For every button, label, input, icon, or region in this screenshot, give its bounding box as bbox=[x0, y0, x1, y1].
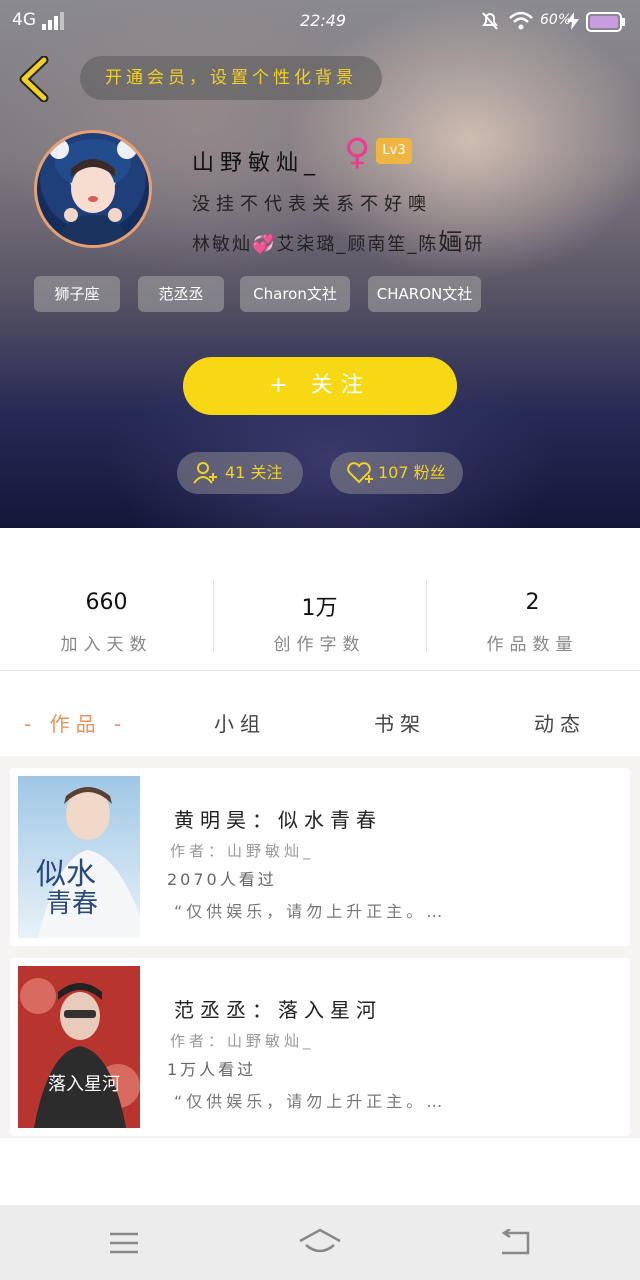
following-button[interactable]: 41 关注 bbox=[177, 452, 303, 494]
work-description: “仅供娱乐，请勿上升正主。… bbox=[174, 1092, 447, 1111]
bio-part: 林敏灿 bbox=[192, 234, 252, 255]
avatar[interactable] bbox=[34, 130, 152, 248]
work-views: 1万人看过 bbox=[167, 1060, 257, 1079]
bio-line-2: 林敏灿💞艾柒璐_顾南笙_陈婳研 bbox=[192, 222, 484, 257]
fans-label: 粉丝 bbox=[413, 463, 446, 482]
work-title: 黄明昊：似水青春 bbox=[174, 808, 382, 832]
work-author: 作者：山野敏灿_ bbox=[170, 842, 315, 860]
follow-button[interactable]: + 关注 bbox=[183, 357, 457, 415]
mute-icon bbox=[482, 12, 498, 30]
work-views: 2070人看过 bbox=[167, 870, 277, 889]
charging-icon bbox=[567, 12, 579, 30]
cover-title: 青春 bbox=[46, 889, 98, 919]
status-bar: 4G 22:49 60% bbox=[0, 0, 640, 42]
book-cover: 落入星河 bbox=[18, 966, 140, 1128]
stat-label: 加入天数 bbox=[60, 635, 153, 655]
menu-icon[interactable] bbox=[108, 1231, 140, 1255]
battery-icon bbox=[586, 12, 625, 32]
bio-part: 研 bbox=[464, 234, 485, 255]
female-icon: ♀ bbox=[344, 132, 371, 173]
bio-part: 艾柒璐_顾南笙_陈 bbox=[276, 234, 439, 255]
work-card[interactable]: 落入星河 范丞丞：落入星河 作者：山野敏灿_ 1万人看过 “仅供娱乐，请勿上升正… bbox=[10, 958, 630, 1136]
back-button[interactable] bbox=[16, 56, 52, 102]
avatar-image bbox=[49, 139, 137, 245]
back-nav-icon[interactable] bbox=[498, 1229, 532, 1257]
level-badge: Lv3 bbox=[376, 138, 412, 164]
fans-button[interactable]: 107 粉丝 bbox=[330, 452, 463, 494]
stat-works-count: 2 作品数量 bbox=[426, 590, 639, 655]
following-count: 41 bbox=[225, 463, 246, 482]
stat-value: 2 bbox=[525, 590, 540, 615]
system-nav-bar bbox=[0, 1205, 640, 1280]
tab-works[interactable]: - 作品 - bbox=[24, 708, 127, 737]
vip-background-banner[interactable]: 开通会员，设置个性化背景 bbox=[80, 56, 382, 100]
work-author: 作者：山野敏灿_ bbox=[170, 1032, 315, 1050]
network-type: 4G bbox=[12, 10, 36, 30]
work-title: 范丞丞：落入星河 bbox=[174, 998, 382, 1022]
heart-add-icon bbox=[347, 462, 373, 484]
stat-value: 1万 bbox=[301, 596, 338, 621]
tag-zodiac[interactable]: 狮子座 bbox=[34, 276, 120, 312]
tag-group[interactable]: Charon文社 bbox=[240, 276, 350, 312]
tab-activity[interactable]: 动态 bbox=[534, 708, 586, 737]
bio-line-1: 没挂不代表关系不好噢 bbox=[192, 194, 432, 215]
stat-word-count: 1万 创作字数 bbox=[213, 590, 426, 655]
clock: 22:49 bbox=[300, 11, 347, 30]
user-add-icon bbox=[193, 462, 217, 484]
bio-part: 婳 bbox=[438, 228, 465, 256]
user-name: 山野敏灿_ bbox=[192, 151, 322, 176]
divider bbox=[0, 670, 640, 671]
tag-idol[interactable]: 范丞丞 bbox=[138, 276, 224, 312]
tab-groups[interactable]: 小组 bbox=[214, 708, 266, 737]
stat-label: 作品数量 bbox=[486, 635, 579, 655]
cover-title: 落入星河 bbox=[48, 1074, 120, 1095]
following-label: 关注 bbox=[250, 463, 283, 482]
wifi-icon bbox=[509, 11, 533, 30]
work-card[interactable]: 似水 青春 黄明昊：似水青春 作者：山野敏灿_ 2070人看过 “仅供娱乐，请勿… bbox=[10, 768, 630, 946]
heart-icon: 💞 bbox=[252, 234, 277, 255]
fans-count: 107 bbox=[378, 463, 409, 482]
stat-join-days: 660 加入天数 bbox=[0, 590, 213, 655]
cover-title: 似水 bbox=[36, 857, 96, 892]
stat-label: 创作字数 bbox=[273, 635, 366, 655]
tag-group[interactable]: CHARON文社 bbox=[368, 276, 481, 312]
work-description: “仅供娱乐，请勿上升正主。… bbox=[174, 902, 447, 921]
tab-bookshelf[interactable]: 书架 bbox=[374, 708, 426, 737]
stat-value: 660 bbox=[85, 590, 128, 615]
book-cover: 似水 青春 bbox=[18, 776, 140, 938]
home-icon[interactable] bbox=[298, 1227, 342, 1257]
signal-icon bbox=[42, 12, 66, 30]
